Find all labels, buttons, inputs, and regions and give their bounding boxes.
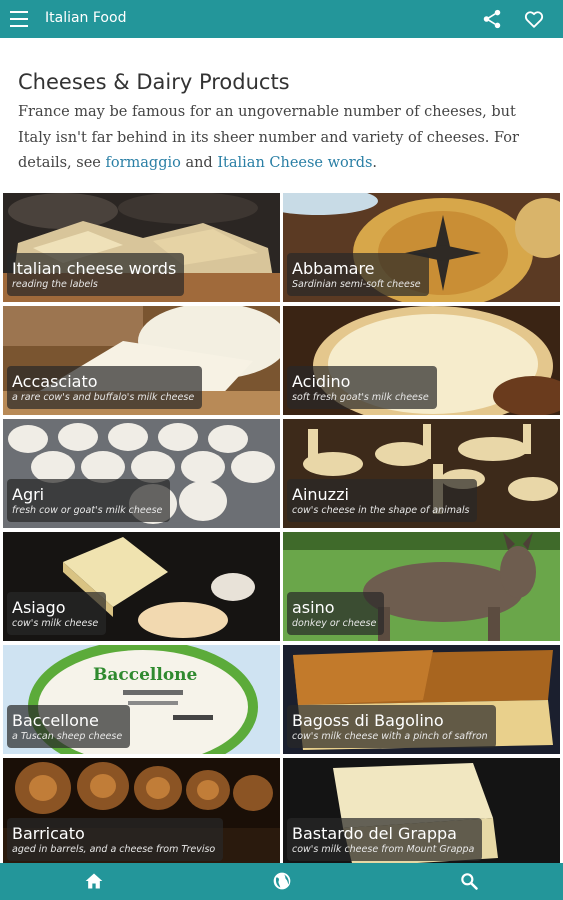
italian-cheese-words-link[interactable]: Italian Cheese words [217, 155, 372, 171]
tile-caption: Bagoss di Bagolino cow's milk cheese wit… [287, 705, 496, 748]
tile-name: Asiago [12, 598, 66, 617]
tile-subtitle: fresh cow or goat's milk cheese [12, 505, 163, 516]
tile-subtitle: cow's milk cheese with a pinch of saffro… [292, 731, 488, 742]
tile-subtitle: a Tuscan sheep cheese [12, 731, 123, 742]
tile-subtitle: reading the labels [12, 279, 98, 290]
tile-subtitle: cow's cheese in the shape of animals [292, 505, 470, 516]
tile-abbamare[interactable]: Abbamare Sardinian semi-soft cheese [283, 193, 560, 302]
tile-italian-cheese-words[interactable]: Italian cheese words reading the labels [3, 193, 280, 302]
tile-ainuzzi[interactable]: Ainuzzi cow's cheese in the shape of ani… [283, 419, 560, 528]
tile-asiago[interactable]: Asiago cow's milk cheese [3, 532, 280, 641]
tile-name: Acidino [292, 372, 351, 391]
tile-subtitle: a rare cow's and buffalo's milk cheese [12, 392, 195, 403]
tile-name: Ainuzzi [292, 485, 349, 504]
tile-name: Italian cheese words [12, 259, 177, 278]
tile-name: Agri [12, 485, 45, 504]
hamburger-menu-icon[interactable] [10, 11, 28, 27]
tile-subtitle: cow's milk cheese from Mount Grappa [292, 844, 475, 855]
search-icon[interactable] [459, 871, 479, 891]
tile-caption: Bastardo del Grappa cow's milk cheese fr… [287, 818, 483, 861]
heart-icon[interactable] [523, 8, 545, 30]
intro-and: and [180, 155, 218, 171]
tile-name: Bagoss di Bagolino [292, 711, 444, 730]
formaggio-link[interactable]: formaggio [105, 155, 180, 171]
tile-caption: Asiago cow's milk cheese [7, 592, 107, 635]
tile-asino[interactable]: asino donkey or cheese [283, 532, 560, 641]
share-icon[interactable] [481, 8, 503, 30]
tile-name: asino [292, 598, 335, 617]
home-icon[interactable] [84, 871, 104, 891]
intro-end: . [372, 155, 378, 171]
globe-icon[interactable] [272, 871, 292, 891]
tile-caption: Ainuzzi cow's cheese in the shape of ani… [287, 479, 478, 522]
tile-caption: Italian cheese words reading the labels [7, 253, 185, 296]
tile-barricato[interactable]: Barricato aged in barrels, and a cheese … [3, 758, 280, 867]
tile-name: Barricato [12, 824, 85, 843]
tile-caption: asino donkey or cheese [287, 592, 385, 635]
tile-acidino[interactable]: Acidino soft fresh goat's milk cheese [283, 306, 560, 415]
tile-caption: Abbamare Sardinian semi-soft cheese [287, 253, 429, 296]
app-title: Italian Food [45, 10, 127, 26]
tile-caption: Agri fresh cow or goat's milk cheese [7, 479, 171, 522]
tile-subtitle: aged in barrels, and a cheese from Trevi… [12, 844, 216, 855]
tile-baccellone[interactable]: Baccellone Baccellone a Tuscan sheep che… [3, 645, 280, 754]
tile-bagoss-di-bagolino[interactable]: Bagoss di Bagolino cow's milk cheese wit… [283, 645, 560, 754]
baccellone-brand-text: Baccellone [93, 665, 198, 685]
tile-caption: Accasciato a rare cow's and buffalo's mi… [7, 366, 203, 409]
tile-subtitle: soft fresh goat's milk cheese [292, 392, 429, 403]
intro-paragraph: France may be famous for an ungovernable… [18, 100, 548, 177]
tile-caption: Acidino soft fresh goat's milk cheese [287, 366, 437, 409]
tile-bastardo-del-grappa[interactable]: Bastardo del Grappa cow's milk cheese fr… [283, 758, 560, 867]
tile-subtitle: Sardinian semi-soft cheese [292, 279, 421, 290]
tile-name: Abbamare [292, 259, 375, 278]
tile-caption: Baccellone a Tuscan sheep cheese [7, 705, 131, 748]
tile-agri[interactable]: Agri fresh cow or goat's milk cheese [3, 419, 280, 528]
page-title: Cheeses & Dairy Products [18, 70, 290, 95]
tile-accasciato[interactable]: Accasciato a rare cow's and buffalo's mi… [3, 306, 280, 415]
tile-subtitle: donkey or cheese [292, 618, 377, 629]
app-bar: Italian Food [0, 0, 563, 38]
tile-caption: Barricato aged in barrels, and a cheese … [7, 818, 224, 861]
tile-name: Bastardo del Grappa [292, 824, 457, 843]
tile-name: Accasciato [12, 372, 98, 391]
tile-subtitle: cow's milk cheese [12, 618, 99, 629]
tile-name: Baccellone [12, 711, 99, 730]
bottom-nav [0, 863, 563, 900]
